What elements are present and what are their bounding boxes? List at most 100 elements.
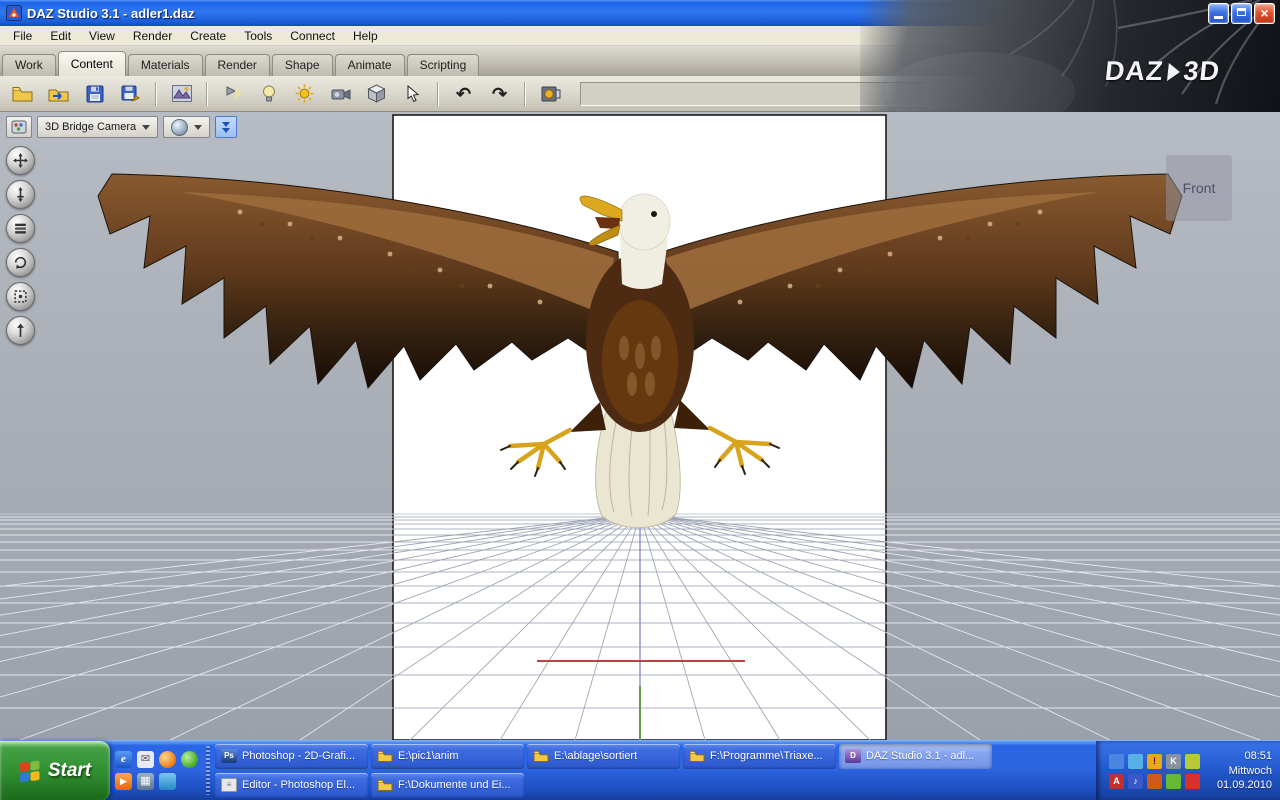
layers-tool-button[interactable] bbox=[5, 214, 35, 243]
bulb-icon bbox=[262, 85, 275, 101]
minimize-button[interactable] bbox=[1208, 3, 1229, 24]
maximize-icon bbox=[1237, 8, 1246, 16]
pan-tool-button[interactable] bbox=[5, 146, 35, 175]
spotlight-button[interactable] bbox=[216, 79, 249, 108]
camera-selector-dropdown[interactable]: 3D Bridge Camera bbox=[37, 116, 159, 138]
toolbar-separator bbox=[206, 81, 208, 106]
tab-render[interactable]: Render bbox=[204, 54, 270, 76]
toolbar-separator bbox=[524, 81, 526, 106]
point-light-button[interactable] bbox=[252, 79, 285, 108]
update-alert-icon[interactable]: ! bbox=[1147, 753, 1162, 769]
windows-flag-icon bbox=[19, 760, 40, 782]
tab-content[interactable]: Content bbox=[57, 51, 126, 76]
taskbar: Start e ✉ ▶ ▦ Ps Photoshop - 2D-Grafi... bbox=[0, 740, 1280, 800]
camera-selector-label: 3D Bridge Camera bbox=[45, 121, 137, 133]
internet-explorer-icon[interactable]: e bbox=[115, 751, 132, 768]
pointer-icon bbox=[407, 85, 419, 102]
chevron-down-icon bbox=[142, 124, 151, 130]
menu-view[interactable]: View bbox=[80, 27, 124, 45]
show-desktop-icon[interactable] bbox=[159, 773, 176, 790]
save-button[interactable] bbox=[78, 79, 111, 108]
taskbar-item-dokumente[interactable]: F:\Dokumente und Ei... bbox=[371, 772, 524, 798]
save-as-icon bbox=[121, 85, 140, 101]
chevron-down-icon bbox=[194, 124, 203, 130]
drawstyle-dropdown[interactable] bbox=[163, 116, 211, 138]
volume-icon[interactable]: ♪ bbox=[1128, 773, 1143, 789]
language-indicator-icon[interactable]: K bbox=[1166, 753, 1181, 769]
start-button[interactable]: Start bbox=[0, 741, 110, 800]
eagle-model[interactable] bbox=[97, 173, 1183, 529]
maximize-button[interactable] bbox=[1231, 3, 1252, 24]
logo-arrow-icon bbox=[1166, 62, 1181, 81]
undo-button[interactable]: ↶ bbox=[447, 79, 480, 108]
menu-file[interactable]: File bbox=[4, 27, 41, 45]
start-label: Start bbox=[47, 760, 92, 781]
taskbar-item-pic1-anim[interactable]: E:\pic1\anim bbox=[371, 743, 524, 769]
tab-shape[interactable]: Shape bbox=[271, 54, 333, 76]
clock-time: 08:51 bbox=[1244, 749, 1272, 762]
display-settings-icon[interactable] bbox=[1109, 753, 1124, 769]
render-button[interactable] bbox=[534, 79, 567, 108]
media-player-icon[interactable]: ▶ bbox=[115, 773, 132, 790]
menu-tools[interactable]: Tools bbox=[235, 27, 281, 45]
security-shield-icon[interactable] bbox=[1185, 753, 1200, 769]
3d-bridge-button[interactable] bbox=[165, 79, 198, 108]
palette-icon bbox=[11, 120, 27, 134]
tab-materials[interactable]: Materials bbox=[127, 54, 203, 76]
network-icon[interactable] bbox=[1128, 753, 1143, 769]
menu-render[interactable]: Render bbox=[124, 27, 181, 45]
messenger-icon[interactable] bbox=[181, 751, 198, 768]
window-title: DAZ Studio 3.1 - adler1.daz bbox=[27, 5, 195, 21]
frame-tool-button[interactable] bbox=[5, 282, 35, 311]
sun-light-button[interactable] bbox=[288, 79, 321, 108]
import-file-button[interactable] bbox=[42, 79, 75, 108]
mail-icon[interactable]: ✉ bbox=[137, 751, 154, 768]
editor-icon: ≡ bbox=[221, 778, 237, 792]
camera-create-button[interactable] bbox=[324, 79, 357, 108]
logo-3d-text: 3D bbox=[1181, 56, 1222, 86]
alert-icon[interactable] bbox=[1185, 773, 1200, 789]
menu-connect[interactable]: Connect bbox=[281, 27, 344, 45]
tab-work[interactable]: Work bbox=[2, 54, 56, 76]
menu-edit[interactable]: Edit bbox=[41, 27, 80, 45]
viewport-canvas[interactable] bbox=[0, 112, 1280, 740]
camera-icon bbox=[331, 88, 350, 100]
menu-help[interactable]: Help bbox=[344, 27, 387, 45]
taskbar-item-ablage-sortiert[interactable]: E:\ablage\sortiert bbox=[527, 743, 680, 769]
taskbar-item-editor[interactable]: ≡ Editor - Photoshop El... bbox=[215, 772, 368, 798]
toolbar-separator bbox=[437, 81, 439, 106]
dolly-tool-button[interactable] bbox=[5, 180, 35, 209]
undo-icon: ↶ bbox=[455, 83, 472, 104]
quick-launch: e ✉ ▶ ▦ bbox=[110, 741, 203, 800]
open-file-button[interactable] bbox=[6, 79, 39, 108]
minimize-icon bbox=[1214, 16, 1223, 19]
viewport-expand-button[interactable] bbox=[215, 116, 238, 138]
folder-icon bbox=[533, 750, 549, 762]
tab-scripting[interactable]: Scripting bbox=[406, 54, 480, 76]
cube-icon bbox=[367, 84, 386, 103]
firefox-icon[interactable] bbox=[159, 751, 176, 768]
taskbar-item-photoshop[interactable]: Ps Photoshop - 2D-Grafi... bbox=[215, 743, 368, 769]
close-button[interactable]: × bbox=[1254, 3, 1275, 24]
import-folder-icon bbox=[48, 89, 69, 102]
task-buttons: Ps Photoshop - 2D-Grafi... E:\pic1\anim … bbox=[213, 741, 1096, 800]
primitive-cube-button[interactable] bbox=[360, 79, 393, 108]
redo-button[interactable]: ↷ bbox=[483, 79, 516, 108]
photo-viewer-icon[interactable]: ▦ bbox=[137, 773, 154, 790]
taskbar-item-daz-studio[interactable]: D DAZ Studio 3.1 - adl... bbox=[839, 743, 992, 769]
folder-icon bbox=[689, 750, 705, 762]
viewport-options-button[interactable] bbox=[6, 116, 32, 138]
viewport[interactable] bbox=[0, 112, 1280, 740]
scanner-icon[interactable] bbox=[1147, 773, 1162, 789]
pointer-tool-button[interactable] bbox=[396, 79, 429, 108]
tab-animate[interactable]: Animate bbox=[334, 54, 405, 76]
layers-icon bbox=[14, 223, 26, 234]
graphics-driver-icon[interactable] bbox=[1166, 773, 1181, 789]
taskbar-item-programme-triaxes[interactable]: F:\Programme\Triaxe... bbox=[683, 743, 836, 769]
orbit-tool-button[interactable] bbox=[5, 248, 35, 277]
chevron-down-icon bbox=[222, 127, 231, 133]
aim-tool-button[interactable] bbox=[5, 316, 35, 345]
menu-create[interactable]: Create bbox=[181, 27, 235, 45]
antivirus-icon[interactable]: A bbox=[1109, 773, 1124, 789]
save-as-button[interactable] bbox=[114, 79, 147, 108]
